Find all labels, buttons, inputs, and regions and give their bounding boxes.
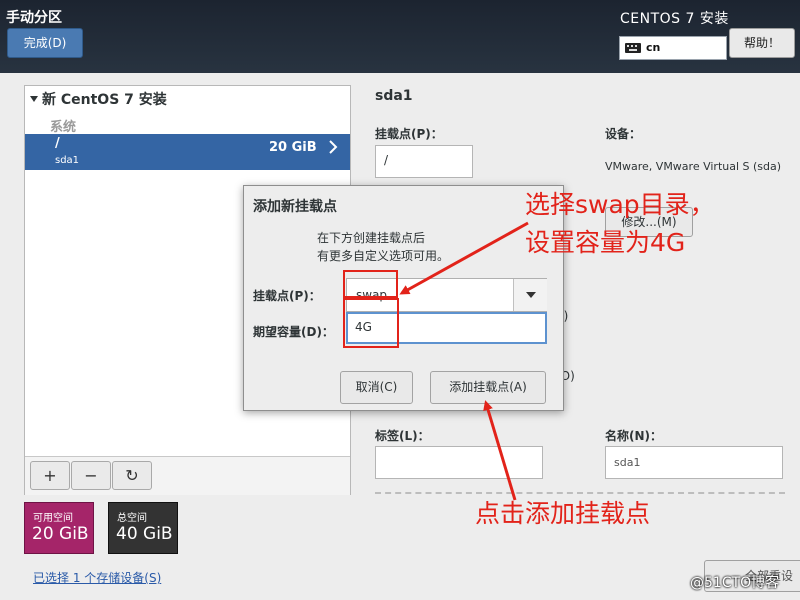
add-mount-point-button[interactable]: 添加挂载点(A) [430, 371, 546, 404]
dialog-mount-point-label: 挂载点(P)： [253, 289, 321, 303]
add-mount-point-dialog: 添加新挂载点 在下方创建挂载点后 有更多自定义选项可用。 挂载点(P)： swa… [243, 185, 564, 411]
selected-storage-devices-link[interactable]: 已选择 1 个存储设备(S) [33, 569, 161, 586]
dialog-title: 添加新挂载点 [253, 199, 337, 215]
partition-toolbar: + − ↻ [25, 456, 350, 495]
total-space-value: 40 GiB [116, 524, 173, 544]
available-space-label: 可用空间 [33, 513, 73, 524]
annotation-highlight-mount [343, 270, 398, 298]
remove-partition-button[interactable]: − [71, 461, 111, 490]
total-space-tile: 总空间 40 GiB [108, 502, 178, 554]
keyboard-icon [625, 43, 641, 53]
name-field-label: 名称(N)： [605, 429, 663, 443]
expander-arrow-icon [30, 96, 38, 102]
partition-mount-point: / [55, 136, 60, 151]
mount-point-input[interactable]: / [375, 145, 473, 178]
keyboard-layout-label: cn [646, 41, 661, 54]
install-group-title: 新 CentOS 7 安装 [42, 92, 167, 108]
reload-icon[interactable]: ↻ [112, 461, 152, 490]
partition-row-selected[interactable]: / sda1 20 GiB [25, 134, 350, 170]
available-space-tile: 可用空间 20 GiB [24, 502, 94, 554]
partition-size: 20 GiB [269, 140, 317, 155]
done-button[interactable]: 完成(D) [7, 28, 83, 58]
system-section-label: 系统 [50, 120, 77, 135]
total-space-label: 总空间 [117, 513, 147, 524]
keyboard-layout-indicator[interactable]: cn [619, 36, 727, 60]
section-divider [375, 492, 785, 494]
cancel-button[interactable]: 取消(C) [340, 371, 413, 404]
device-label: 设备： [605, 127, 642, 141]
annotation-text-line1: 选择swap目录， [525, 190, 715, 219]
partition-detail-heading: sda1 [375, 88, 413, 104]
label-field-label: 标签(L)： [375, 429, 430, 443]
watermark: @51CTO博客 [690, 575, 780, 591]
dialog-description-line2: 有更多自定义选项可用。 [317, 249, 450, 263]
header-bar: 手动分区 完成(D) CENTOS 7 安装 cn 帮助！ [0, 0, 800, 73]
name-input[interactable]: sda1 [605, 446, 783, 479]
partition-device: sda1 [55, 155, 80, 166]
mount-point-label: 挂载点(P)： [375, 127, 443, 141]
chevron-right-icon [328, 140, 338, 158]
add-partition-button[interactable]: + [30, 461, 70, 490]
help-button[interactable]: 帮助！ [729, 28, 795, 58]
device-value: VMware, VMware Virtual S (sda) [605, 160, 782, 173]
available-space-value: 20 GiB [32, 524, 89, 544]
desired-capacity-label: 期望容量(D)： [253, 325, 334, 339]
dialog-description-line1: 在下方创建挂载点后 [317, 231, 426, 245]
annotation-text-select-swap: 选择swap目录， 设置容量为4G [525, 186, 715, 262]
page-title: 手动分区 [6, 10, 62, 26]
annotation-text-line2: 设置容量为4G [525, 228, 686, 257]
label-input[interactable] [375, 446, 543, 479]
annotation-text-click-add: 点击添加挂载点 [475, 499, 651, 528]
product-title: CENTOS 7 安装 [620, 11, 729, 27]
install-group-header[interactable]: 新 CentOS 7 安装 [30, 89, 167, 109]
annotation-highlight-capacity [343, 298, 399, 348]
dropdown-arrow-icon[interactable] [513, 279, 547, 311]
